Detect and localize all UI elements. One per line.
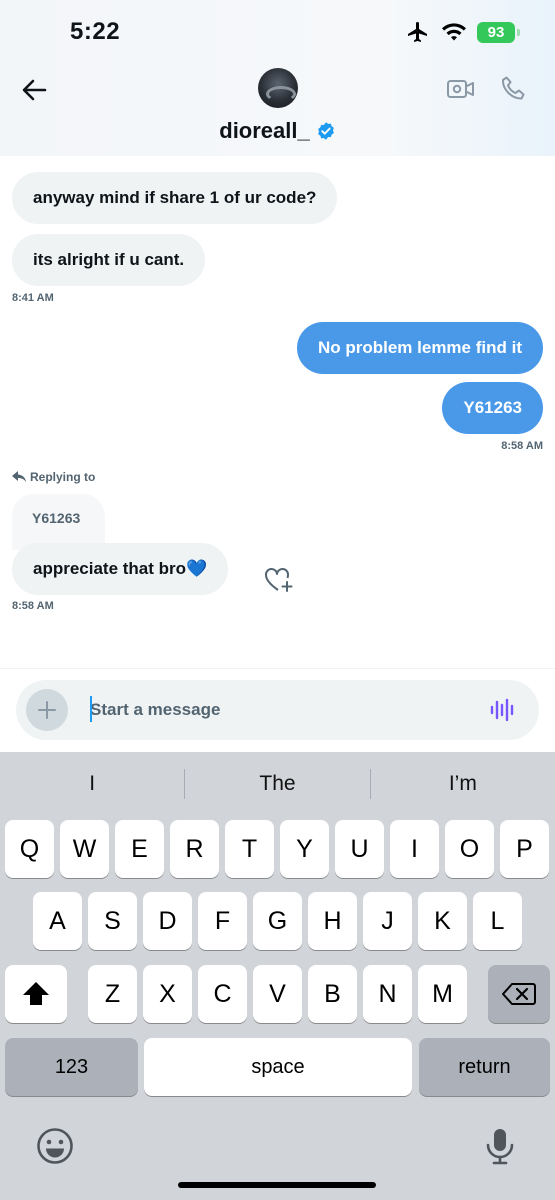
key-c[interactable]: C — [198, 965, 247, 1023]
contact-name-row[interactable]: dioreall_ — [0, 118, 555, 144]
key-u[interactable]: U — [335, 820, 384, 878]
add-attachment-button[interactable] — [26, 689, 68, 731]
shift-arrow-icon — [23, 982, 49, 1005]
space-key[interactable]: space — [144, 1038, 412, 1096]
quoted-message[interactable]: Y61263 — [12, 494, 105, 550]
status-time: 5:22 — [70, 18, 121, 45]
phone-call-icon[interactable] — [498, 74, 528, 104]
key-k[interactable]: K — [418, 892, 467, 950]
emoji-icon[interactable] — [35, 1126, 75, 1166]
key-l[interactable]: L — [473, 892, 522, 950]
message-input[interactable] — [90, 694, 470, 726]
battery-indicator: 93 — [477, 21, 520, 43]
key-n[interactable]: N — [363, 965, 412, 1023]
conversation-header: 5:22 93 dioreall_ — [0, 0, 555, 156]
on-screen-keyboard: I The I’m Q W E R T Y U I O P A S D F G … — [0, 752, 555, 1200]
key-a[interactable]: A — [33, 892, 82, 950]
text-caret — [90, 696, 92, 722]
key-f[interactable]: F — [198, 892, 247, 950]
reply-arrow-icon — [12, 471, 26, 482]
key-x[interactable]: X — [143, 965, 192, 1023]
key-o[interactable]: O — [445, 820, 494, 878]
message-bubble-incoming[interactable]: its alright if u cant. — [12, 234, 206, 286]
predictive-suggestions: I The I’m — [0, 752, 555, 816]
key-p[interactable]: P — [500, 820, 549, 878]
add-reaction-heart-icon[interactable] — [264, 566, 294, 594]
key-g[interactable]: G — [253, 892, 302, 950]
key-e[interactable]: E — [115, 820, 164, 878]
key-t[interactable]: T — [225, 820, 274, 878]
composer-divider — [0, 668, 555, 669]
message-timestamp: 8:58 AM — [501, 440, 543, 452]
key-j[interactable]: J — [363, 892, 412, 950]
key-q[interactable]: Q — [5, 820, 54, 878]
verified-badge-icon — [317, 122, 334, 140]
back-arrow-icon[interactable] — [18, 74, 50, 106]
key-i[interactable]: I — [390, 820, 439, 878]
status-icons: 93 — [405, 20, 520, 44]
key-v[interactable]: V — [253, 965, 302, 1023]
replying-to-text: Replying to — [30, 470, 96, 484]
airplane-icon — [408, 22, 427, 42]
key-b[interactable]: B — [308, 965, 357, 1023]
contact-name: dioreall_ — [219, 118, 310, 143]
message-bubble-outgoing[interactable]: Y61263 — [442, 382, 543, 434]
dictation-mic-icon[interactable] — [480, 1126, 520, 1166]
backspace-key[interactable] — [488, 965, 550, 1023]
message-bubble-incoming[interactable]: anyway mind if share 1 of ur code? — [12, 172, 338, 224]
suggestion-item[interactable]: I — [0, 772, 184, 796]
wifi-icon — [442, 23, 466, 41]
key-s[interactable]: S — [88, 892, 137, 950]
backspace-icon — [502, 983, 536, 1005]
replying-to-label: Replying to — [12, 470, 95, 484]
message-composer — [16, 680, 539, 740]
message-timestamp: 8:41 AM — [12, 292, 54, 304]
status-bar: 5:22 93 — [0, 0, 555, 64]
key-w[interactable]: W — [60, 820, 109, 878]
message-bubble-outgoing[interactable]: No problem lemme find it — [296, 322, 543, 374]
suggestion-item[interactable]: I’m — [371, 772, 555, 796]
home-indicator — [178, 1182, 376, 1188]
avatar[interactable] — [258, 68, 298, 108]
shift-key[interactable] — [5, 965, 67, 1023]
key-h[interactable]: H — [308, 892, 357, 950]
key-d[interactable]: D — [143, 892, 192, 950]
voice-message-icon[interactable] — [489, 696, 517, 724]
numbers-key[interactable]: 123 — [5, 1038, 138, 1096]
suggestion-item[interactable]: The — [185, 772, 369, 796]
key-m[interactable]: M — [418, 965, 467, 1023]
return-key[interactable]: return — [419, 1038, 550, 1096]
message-timestamp: 8:58 AM — [12, 600, 54, 612]
key-y[interactable]: Y — [280, 820, 329, 878]
key-r[interactable]: R — [170, 820, 219, 878]
plus-icon — [38, 701, 56, 719]
video-call-icon[interactable] — [446, 74, 476, 104]
message-bubble-incoming[interactable]: appreciate that bro💙 — [12, 543, 229, 595]
key-z[interactable]: Z — [88, 965, 137, 1023]
